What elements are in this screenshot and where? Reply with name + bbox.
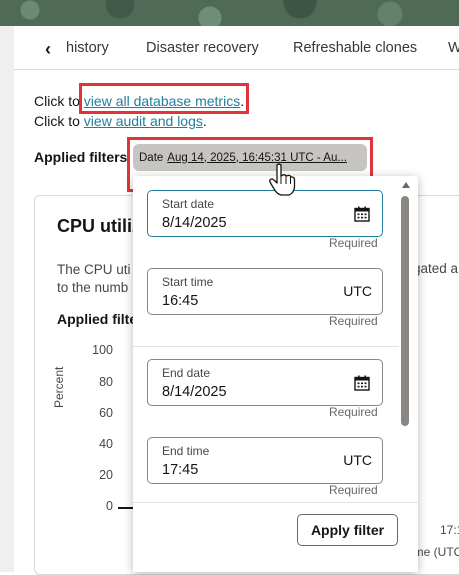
date-filter-popup: Start date 8/14/2025 Required Start time…: [133, 176, 418, 572]
tab-history[interactable]: history: [66, 40, 109, 56]
audit-link-prefix: Click to: [34, 113, 84, 129]
chevron-left-icon[interactable]: ‹: [36, 28, 60, 70]
start-time-value: 16:45: [162, 293, 199, 309]
start-time-label: Start time: [162, 275, 214, 289]
tab-disaster-recovery[interactable]: Disaster recovery: [146, 40, 259, 56]
x-axis-label: ime (UTC: [411, 545, 459, 559]
apply-filter-button[interactable]: Apply filter: [297, 514, 398, 546]
header-banner: [0, 0, 459, 26]
card-description: The CPU uti to the numb: [57, 261, 131, 297]
card-description-right: gated a: [413, 261, 459, 276]
end-date-hint: Required: [329, 405, 378, 419]
card-description-line1: The CPU uti: [57, 262, 131, 277]
tab-overflow[interactable]: W: [448, 40, 459, 56]
popup-divider: [133, 346, 399, 347]
metrics-link-line: Click to view all database metrics.: [34, 91, 244, 111]
scroll-up-arrow-icon[interactable]: [402, 182, 410, 188]
metrics-link-prefix: Click to: [34, 93, 84, 109]
audit-link-line: Click to view audit and logs.: [34, 111, 244, 131]
end-time-field[interactable]: End time 17:45 UTC: [147, 437, 383, 484]
end-time-value: 17:45: [162, 462, 199, 478]
y-axis-label: Percent: [52, 366, 66, 408]
start-time-hint: Required: [329, 314, 378, 328]
links-block: Click to view all database metrics. Clic…: [34, 91, 244, 131]
left-gutter: [0, 26, 14, 572]
y-tick-80: 80: [99, 375, 113, 389]
start-date-field[interactable]: Start date 8/14/2025: [147, 190, 383, 237]
start-date-hint: Required: [329, 236, 378, 250]
metrics-link-suffix: .: [240, 93, 245, 109]
end-time-label: End time: [162, 444, 210, 458]
y-tick-20: 20: [99, 468, 113, 482]
y-tick-40: 40: [99, 437, 113, 451]
applied-filters-label: Applied filters: [34, 149, 128, 165]
start-time-timezone: UTC: [343, 283, 372, 299]
end-time-timezone: UTC: [343, 452, 372, 468]
scroll-thumb[interactable]: [401, 196, 409, 426]
start-time-field[interactable]: Start time 16:45 UTC: [147, 268, 383, 315]
card-description-line2: to the numb: [57, 280, 129, 295]
y-tick-100: 100: [92, 343, 113, 357]
end-time-hint: Required: [329, 483, 378, 497]
calendar-icon[interactable]: [354, 206, 370, 222]
tab-refreshable-clones[interactable]: Refreshable clones: [293, 40, 417, 56]
date-filter-chip[interactable]: Date Aug 14, 2025, 16:45:31 UTC - Au...: [133, 144, 367, 171]
card-applied-filters-label: Applied filte: [57, 311, 138, 327]
view-audit-logs-link[interactable]: view audit and logs: [84, 113, 203, 129]
view-all-metrics-link[interactable]: view all database metrics: [84, 93, 240, 109]
chip-key: Date: [139, 151, 164, 164]
end-date-label: End date: [162, 366, 211, 380]
hand-pointer-cursor-icon: [269, 163, 296, 196]
end-date-value: 8/14/2025: [162, 384, 227, 400]
start-date-value: 8/14/2025: [162, 215, 227, 231]
tab-bar: ‹ history Disaster recovery Refreshable …: [14, 28, 459, 70]
chip-value: Aug 14, 2025, 16:45:31 UTC - Au...: [167, 151, 347, 164]
y-tick-0: 0: [106, 499, 113, 513]
y-tick-60: 60: [99, 406, 113, 420]
audit-link-suffix: .: [202, 113, 207, 129]
start-date-label: Start date: [162, 197, 215, 211]
x-tick-right: 17:1: [440, 523, 459, 537]
end-date-field[interactable]: End date 8/14/2025: [147, 359, 383, 406]
card-title: CPU utiliz: [57, 216, 141, 236]
calendar-icon[interactable]: [354, 375, 370, 391]
